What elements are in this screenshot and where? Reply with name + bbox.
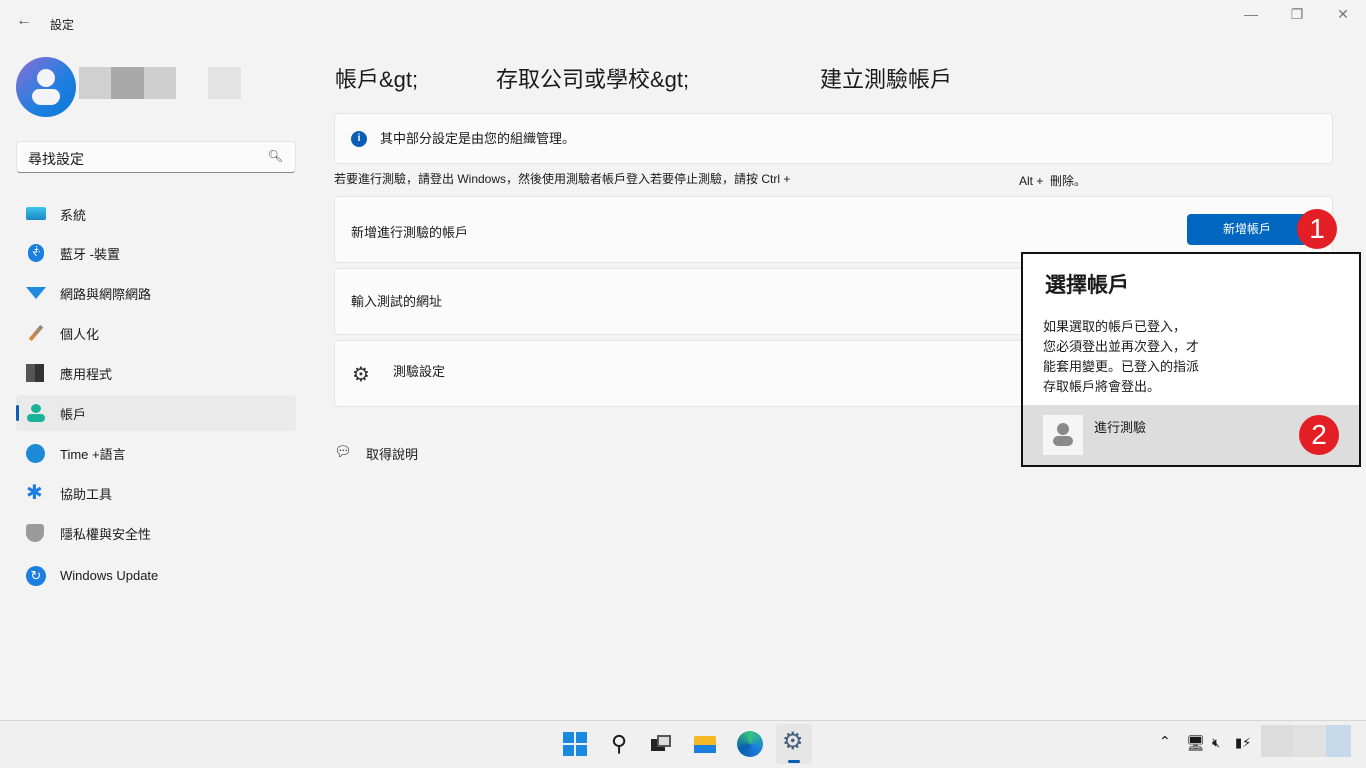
sidebar-item-label: 帳戶 xyxy=(60,406,87,422)
sidebar-item-label: Time +語言 xyxy=(60,446,126,462)
sidebar-item-bluetooth[interactable]: ᙻ 藍牙 -裝置 xyxy=(16,235,296,271)
popup-line: 能套用變更。已登入的指派 xyxy=(1043,359,1200,374)
settings-taskbar-button[interactable]: ⚙ xyxy=(776,724,812,764)
update-icon: ↻ xyxy=(26,566,46,586)
sidebar-item-windows-update[interactable]: ↻ Windows Update xyxy=(16,557,296,593)
task-view-icon[interactable] xyxy=(648,731,674,757)
apps-icon xyxy=(26,364,44,382)
time-language-icon xyxy=(26,444,45,463)
settings-gear-icon: ⚙ xyxy=(782,728,804,755)
account-name: 進行測驗 xyxy=(1094,420,1147,435)
breadcrumb-accounts[interactable]: 帳戶&gt; xyxy=(335,62,418,94)
edge-icon[interactable] xyxy=(737,731,763,757)
callout-badge-1: 1 xyxy=(1297,209,1337,249)
redacted-name xyxy=(79,67,111,99)
redacted-clock xyxy=(1261,725,1293,757)
popup-line: 如果選取的帳戶已登入， xyxy=(1043,319,1187,334)
page-title: 建立測驗帳戶 xyxy=(820,67,953,92)
redacted-name xyxy=(144,67,176,99)
gear-icon: ⚙ xyxy=(352,364,370,386)
sidebar-item-system[interactable]: 系統 xyxy=(16,196,296,232)
accessibility-icon: ✱ xyxy=(26,482,43,504)
sidebar-item-time-language[interactable]: Time +語言 xyxy=(16,435,296,471)
minimize-button[interactable]: — xyxy=(1236,6,1266,22)
managed-info-bar: i 其中部分設定是由您的組織管理。 xyxy=(334,113,1333,164)
instructions-tail: Alt + 刪除。 xyxy=(1019,174,1087,188)
sidebar-item-label: 網路與網際網路 xyxy=(60,286,152,302)
sidebar-item-privacy[interactable]: 隱私權與安全性 xyxy=(16,515,296,551)
add-account-button[interactable]: 新增帳戶 xyxy=(1187,214,1307,245)
popup-title: 選擇帳戶 xyxy=(1045,274,1129,297)
account-icon xyxy=(26,404,46,422)
wifi-icon xyxy=(26,287,46,299)
sidebar-item-personalization[interactable]: 個人化 xyxy=(16,315,296,351)
search-icon: 🔍︎ xyxy=(267,149,283,163)
redacted-clock xyxy=(1326,725,1351,757)
breadcrumb-work-school[interactable]: 存取公司或學校&gt; xyxy=(496,62,689,94)
account-avatar-icon xyxy=(1043,415,1083,455)
account-option-test[interactable]: 進行測驗 2 xyxy=(1023,405,1359,465)
sidebar-item-label: 隱私權與安全性 xyxy=(60,526,152,542)
sidebar-item-label: 系統 xyxy=(60,207,87,223)
sidebar-item-accessibility[interactable]: ✱ 協助工具 xyxy=(16,475,296,511)
window-title: 設定 xyxy=(50,18,75,32)
battery-charging-icon[interactable]: ▮⚡ xyxy=(1235,735,1251,751)
search-placeholder: 尋找設定 xyxy=(28,151,84,167)
sidebar-item-label: 協助工具 xyxy=(60,486,113,502)
redacted-name xyxy=(111,67,144,99)
sidebar-item-apps[interactable]: 應用程式 xyxy=(16,355,296,391)
sidebar-item-label: Windows Update xyxy=(60,567,159,583)
test-settings-label: 測驗設定 xyxy=(393,364,446,379)
get-help-link[interactable]: 取得說明 xyxy=(366,444,418,463)
shield-icon xyxy=(26,524,44,542)
sidebar-item-label: 個人化 xyxy=(60,326,100,342)
popup-description: 如果選取的帳戶已登入， 您必須登出並再次登入，才 能套用變更。已登入的指派 存取… xyxy=(1043,317,1199,397)
bluetooth-icon: ᙻ xyxy=(28,244,44,262)
file-explorer-icon[interactable] xyxy=(692,731,718,757)
callout-badge-2: 2 xyxy=(1299,415,1339,455)
monitor-icon xyxy=(26,207,46,220)
info-text: 其中部分設定是由您的組織管理。 xyxy=(380,131,576,146)
info-icon: i xyxy=(351,131,367,147)
back-arrow-icon[interactable]: ← xyxy=(16,12,32,30)
help-icon: 💬︎ xyxy=(334,443,352,459)
instructions-text: 若要進行測驗，請登出 Windows，然後使用測驗者帳戶登入若要停止測驗，請按 … xyxy=(334,172,791,186)
popup-line: 您必須登出並再次登入，才 xyxy=(1043,339,1200,354)
sidebar-item-network[interactable]: 網路與網際網路 xyxy=(16,275,296,311)
user-avatar xyxy=(16,57,76,117)
choose-account-popup: 選擇帳戶 如果選取的帳戶已登入， 您必須登出並再次登入，才 能套用變更。已登入的… xyxy=(1021,252,1361,467)
brush-icon xyxy=(28,324,44,342)
test-url-label: 輸入測試的網址 xyxy=(351,294,443,309)
start-icon[interactable] xyxy=(562,731,588,757)
chevron-up-icon[interactable]: ⌃ xyxy=(1159,733,1171,750)
sidebar-item-accounts[interactable]: 帳戶 xyxy=(16,395,296,431)
sidebar-item-label: 應用程式 xyxy=(60,366,113,382)
search-input[interactable]: 尋找設定 🔍︎ xyxy=(16,141,296,173)
volume-muted-icon[interactable]: 🔇︎ xyxy=(1212,735,1220,751)
redacted-name xyxy=(208,67,241,99)
add-account-label: 新增進行測驗的帳戶 xyxy=(351,225,469,240)
maximize-button[interactable]: ❐ xyxy=(1282,6,1312,23)
redacted-clock xyxy=(1293,725,1326,757)
close-button[interactable]: ✕ xyxy=(1328,6,1358,23)
sidebar-item-label: 藍牙 -裝置 xyxy=(60,246,120,262)
popup-line: 存取帳戶將會登出。 xyxy=(1043,379,1161,394)
network-icon[interactable]: 🖥︎ xyxy=(1186,734,1205,752)
selection-indicator xyxy=(16,405,19,421)
search-taskbar-icon[interactable]: ⚲ xyxy=(606,731,632,757)
